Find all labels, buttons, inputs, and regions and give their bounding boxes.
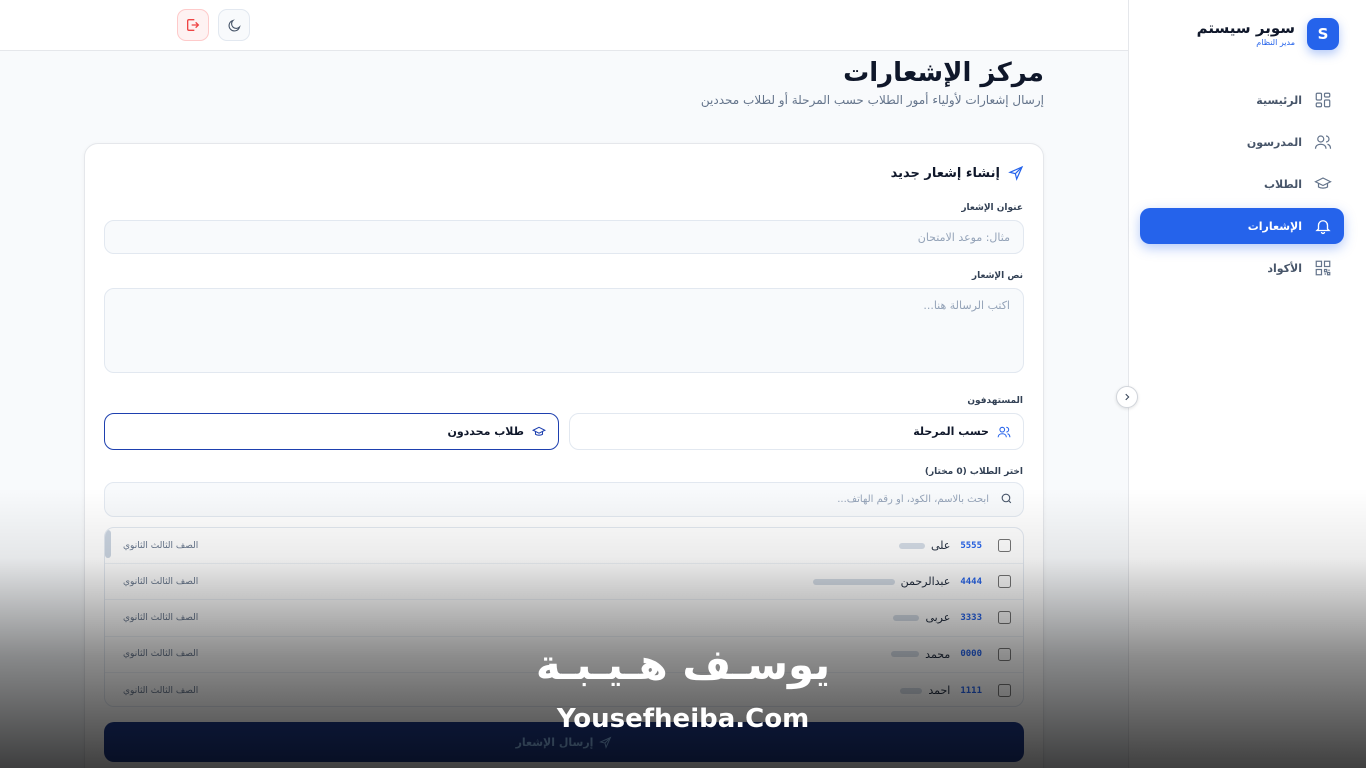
select-students-label: اختر الطلاب (0 مختار) (924, 467, 1023, 477)
student-row[interactable]: 5555 على الصف الثالث الثانوي (105, 528, 1023, 565)
users-icon (997, 426, 1011, 437)
users-icon (1314, 135, 1332, 149)
watermark-english: Yousefheiba.Com (556, 704, 810, 734)
target-by-stage-label: حسب المرحلة (913, 425, 989, 438)
bell-icon (1315, 220, 1331, 235)
title-input[interactable] (104, 220, 1024, 254)
student-grade: الصف الثالث الثانوي (123, 612, 199, 623)
target-specific-students-label: طلاب محددون (447, 425, 524, 438)
student-checkbox[interactable] (998, 611, 1011, 625)
sidebar-nav: الرئيسية المدرسون الطلاب الإشعارات الأكو… (1140, 82, 1344, 292)
student-checkbox[interactable] (998, 575, 1011, 589)
search-icon (1001, 493, 1012, 504)
sidebar-collapse-button[interactable] (1116, 386, 1138, 408)
targets-label: المستهدفون (967, 396, 1023, 406)
moon-icon (228, 18, 241, 31)
theme-toggle-button[interactable] (218, 9, 250, 41)
student-checkbox[interactable] (998, 539, 1011, 553)
logout-icon (187, 19, 200, 31)
blurred-name (893, 614, 920, 621)
chevron-right-icon (1125, 393, 1130, 401)
body-textarea[interactable] (104, 288, 1024, 373)
sidebar-item-label: المدرسون (1246, 135, 1302, 149)
grid-icon (1315, 92, 1331, 108)
student-search (104, 482, 1024, 517)
student-name: على (930, 539, 951, 553)
sidebar-item-codes[interactable]: الأكواد (1140, 250, 1344, 286)
target-specific-students-button[interactable]: طلاب محددون (104, 413, 559, 450)
student-grade: الصف الثالث الثانوي (123, 576, 199, 587)
target-by-stage-button[interactable]: حسب المرحلة (569, 413, 1024, 450)
sidebar-item-notifications[interactable]: الإشعارات (1140, 208, 1344, 244)
student-name: عبدالرحمن (900, 575, 951, 589)
body-label: نص الإشعار (971, 271, 1023, 281)
card-title: إنشاء إشعار جديد (890, 165, 1000, 181)
sidebar-item-label: الطلاب (1263, 177, 1302, 191)
sidebar-item-label: الرئيسية (1256, 93, 1302, 107)
send-icon (599, 736, 612, 749)
sidebar-item-label: الأكواد (1267, 261, 1302, 275)
watermark-arabic: يوسـف هـيـبـة (535, 640, 831, 689)
student-row[interactable]: 3333 عربى الصف الثالث الثانوي (105, 600, 1023, 637)
sidebar-item-students[interactable]: الطلاب (1140, 166, 1344, 202)
graduation-cap-icon (532, 426, 546, 436)
blurred-name (812, 578, 895, 585)
sidebar-item-home[interactable]: الرئيسية (1140, 82, 1344, 118)
student-code: 4444 (960, 576, 982, 587)
card-header: إنشاء إشعار جديد (891, 165, 1024, 181)
student-search-input[interactable] (104, 482, 1024, 517)
send-notification-label: إرسال الإشعار (515, 735, 594, 749)
sidebar-item-teachers[interactable]: المدرسون (1140, 124, 1344, 160)
graduation-cap-icon (1314, 177, 1332, 189)
brand: S سوبر سيستم مدير النظام (1197, 18, 1339, 50)
brand-title: سوبر سيستم (1196, 19, 1295, 37)
student-grade: الصف الثالث الثانوي (123, 540, 199, 551)
sidebar-item-label: الإشعارات (1247, 219, 1302, 233)
student-name: عربى (925, 611, 951, 625)
title-label: عنوان الإشعار (961, 203, 1023, 213)
page-subtitle: إرسال إشعارات لأولياء أمور الطلاب حسب ال… (700, 93, 1044, 107)
student-code: 5555 (960, 540, 982, 551)
send-icon (1008, 165, 1024, 181)
qr-code-icon (1315, 260, 1331, 276)
logout-button[interactable] (177, 9, 209, 41)
brand-logo: S (1307, 18, 1339, 50)
student-row[interactable]: 4444 عبدالرحمن الصف الثالث الثانوي (105, 564, 1023, 601)
blurred-name (898, 542, 925, 549)
brand-subtitle: مدير النظام (1256, 38, 1295, 47)
topbar (0, 0, 1128, 51)
page-title: مركز الإشعارات (843, 58, 1044, 88)
student-code: 3333 (960, 612, 982, 623)
